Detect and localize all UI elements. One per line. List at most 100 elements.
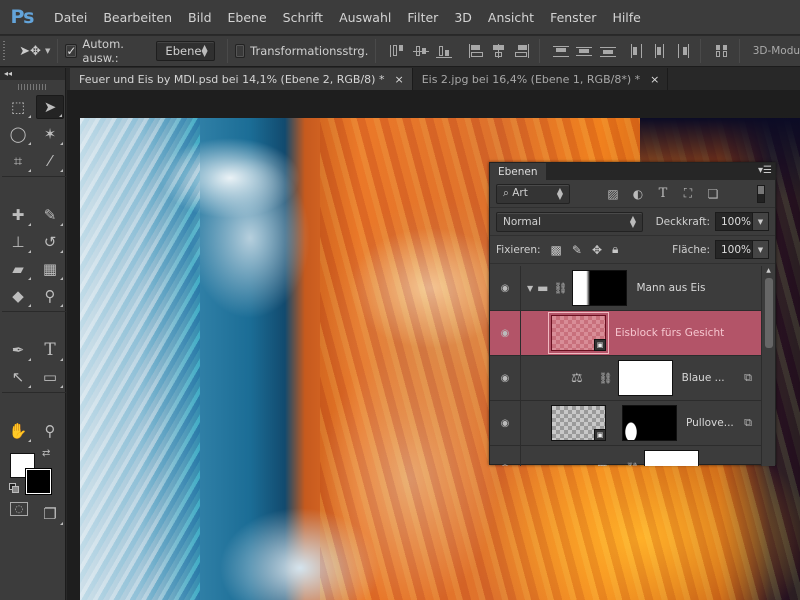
tab-ebenen[interactable]: Ebenen	[490, 163, 546, 180]
blur-tool-icon[interactable]: ◆	[4, 284, 32, 308]
layers-scrollbar[interactable]: ▲	[761, 266, 775, 466]
tool-preset-picker[interactable]: ➤✥ ▼	[19, 44, 50, 59]
fill-input[interactable]: 100%	[715, 240, 753, 259]
align-vertical-centers-icon[interactable]	[412, 44, 429, 58]
screen-mode-icon[interactable]: ❐	[36, 502, 64, 526]
quick-mask-icon[interactable]: ◌	[10, 502, 28, 516]
eraser-tool-icon[interactable]: ▰	[4, 257, 32, 281]
layer-row-levels[interactable]: ◉ ▥ ⛓	[490, 445, 762, 467]
pixel-layer-filter-icon[interactable]: ▨	[606, 187, 620, 201]
auto-select-target-dropdown[interactable]: Ebene ▲ ▼	[156, 41, 215, 61]
menu-schrift[interactable]: Schrift	[283, 10, 323, 25]
visibility-eye-icon[interactable]: ◉	[490, 355, 521, 401]
expand-triangle-icon[interactable]: ▼	[527, 284, 533, 293]
move-tool-icon[interactable]: ➤	[36, 95, 64, 119]
menu-bild[interactable]: Bild	[188, 10, 211, 25]
menu-fenster[interactable]: Fenster	[550, 10, 596, 25]
distribute-horizontal-centers-icon[interactable]	[652, 44, 665, 58]
close-icon[interactable]: ×	[394, 73, 403, 86]
dodge-tool-icon[interactable]: ⚲	[36, 284, 64, 308]
layer-mask-thumbnail[interactable]	[622, 405, 677, 441]
smart-object-filter-icon[interactable]: ❏	[706, 187, 720, 201]
type-layer-filter-icon[interactable]: T	[656, 186, 670, 201]
clone-stamp-tool-icon[interactable]: ⊥	[4, 230, 32, 254]
tab-eis-2[interactable]: Eis 2.jpg bei 16,4% (Ebene 1, RGB/8*) * …	[413, 68, 669, 90]
layer-row-eisblock[interactable]: ◉ ▣ Eisblock fürs Gesicht	[490, 310, 762, 356]
layer-mask-thumbnail[interactable]	[644, 450, 700, 466]
layer-row-pullover[interactable]: ◉ ▣ Pullove... ⧉	[490, 400, 762, 446]
default-colors-icon[interactable]	[9, 483, 19, 493]
zoom-tool-icon[interactable]: ⚲	[36, 419, 64, 443]
filter-type-dropdown[interactable]: ⌕ Art ▲ ▼	[496, 183, 570, 204]
panel-menu-icon[interactable]: ▾☰	[758, 166, 772, 176]
auto-select-checkbox[interactable]: ✓	[65, 44, 78, 58]
visibility-eye-icon[interactable]: ◉	[490, 310, 521, 356]
opacity-dropdown-button[interactable]: ▼	[753, 212, 769, 231]
transform-controls-checkbox[interactable]	[234, 44, 246, 58]
blend-mode-dropdown[interactable]: Normal ▲ ▼	[496, 211, 643, 232]
menu-datei[interactable]: Datei	[54, 10, 87, 25]
crop-tool-icon[interactable]: ⌗	[4, 149, 32, 173]
menu-bearbeiten[interactable]: Bearbeiten	[103, 10, 172, 25]
menu-auswahl[interactable]: Auswahl	[339, 10, 391, 25]
tab-feuer-und-eis[interactable]: Feuer und Eis by MDI.psd bei 14,1% (Eben…	[70, 68, 413, 90]
toolbox-collapse-button[interactable]: ◂◂	[0, 68, 65, 80]
align-top-edges-icon[interactable]	[389, 44, 404, 58]
shape-layer-filter-icon[interactable]: ⛶	[681, 186, 695, 200]
filter-toggle-switch[interactable]	[757, 184, 765, 203]
layer-row-blaue[interactable]: ◉ ⚖ ⛓ Blaue ... ⧉	[490, 355, 762, 401]
brush-tool-icon[interactable]: ✎	[36, 203, 64, 227]
link-icon[interactable]: ⛓	[625, 462, 639, 467]
lock-transparency-icon[interactable]: ▩	[551, 243, 562, 257]
options-bar-grip[interactable]	[3, 41, 6, 61]
hand-tool-icon[interactable]: ✋	[4, 419, 32, 443]
menu-filter[interactable]: Filter	[407, 10, 438, 25]
history-brush-tool-icon[interactable]: ↺	[36, 230, 64, 254]
visibility-eye-icon[interactable]: ◉	[490, 400, 521, 446]
magic-wand-tool-icon[interactable]: ✶	[36, 122, 64, 146]
align-right-edges-icon[interactable]	[514, 44, 530, 58]
distribute-right-edges-icon[interactable]	[676, 44, 689, 58]
layer-mask-thumbnail[interactable]	[572, 270, 628, 306]
scroll-up-icon[interactable]: ▲	[762, 266, 775, 276]
fill-dropdown-button[interactable]: ▼	[753, 240, 769, 259]
align-left-edges-icon[interactable]	[468, 44, 483, 58]
rectangle-tool-icon[interactable]: ▭	[36, 365, 64, 389]
lock-all-icon[interactable]: 🔒︎	[612, 242, 618, 257]
background-color-swatch[interactable]	[26, 469, 51, 494]
distribute-left-edges-icon[interactable]	[629, 44, 643, 58]
gradient-tool-icon[interactable]: ▦	[36, 257, 64, 281]
layer-thumbnail[interactable]: ▣	[548, 312, 609, 354]
align-bottom-edges-icon[interactable]	[436, 44, 453, 58]
pen-tool-icon[interactable]: ✒	[4, 338, 32, 362]
type-tool-icon[interactable]: T	[36, 338, 64, 362]
close-icon[interactable]: ×	[650, 73, 659, 86]
healing-brush-tool-icon[interactable]: ✚	[4, 203, 32, 227]
layer-mask-thumbnail[interactable]	[617, 360, 673, 396]
opacity-input[interactable]: 100%	[715, 212, 753, 231]
lasso-tool-icon[interactable]: ◯	[4, 122, 32, 146]
distribute-vertical-centers-icon[interactable]	[576, 44, 593, 58]
adjustment-layer-filter-icon[interactable]: ◐	[631, 187, 645, 201]
marquee-tool-icon[interactable]: ⬚	[4, 95, 32, 119]
layer-row-mann-aus-eis[interactable]: ◉ ▼ ▬ ⛓ Mann aus Eis	[490, 266, 762, 311]
auto-align-layers-icon[interactable]	[714, 44, 728, 58]
lock-image-pixels-icon[interactable]: ✎	[572, 243, 582, 257]
swap-colors-icon[interactable]: ⇄	[42, 448, 50, 459]
menu-ebene[interactable]: Ebene	[228, 10, 267, 25]
distribute-top-edges-icon[interactable]	[552, 44, 569, 58]
menu-ansicht[interactable]: Ansicht	[488, 10, 534, 25]
link-icon[interactable]: ⛓	[599, 372, 613, 385]
menu-hilfe[interactable]: Hilfe	[612, 10, 640, 25]
visibility-eye-icon[interactable]: ◉	[490, 266, 521, 311]
link-icon[interactable]: ⛓	[554, 282, 568, 295]
align-horizontal-centers-icon[interactable]	[491, 44, 505, 58]
lock-position-icon[interactable]: ✥	[592, 243, 602, 257]
menu-3d[interactable]: 3D	[454, 10, 472, 25]
visibility-eye-icon[interactable]: ◉	[490, 445, 521, 466]
eyedropper-tool-icon[interactable]: ⁄	[36, 149, 64, 173]
path-selection-tool-icon[interactable]: ↖	[4, 365, 32, 389]
distribute-bottom-edges-icon[interactable]	[599, 44, 616, 58]
layer-thumbnail[interactable]: ▣	[551, 405, 606, 441]
scrollbar-thumb[interactable]	[764, 278, 773, 348]
